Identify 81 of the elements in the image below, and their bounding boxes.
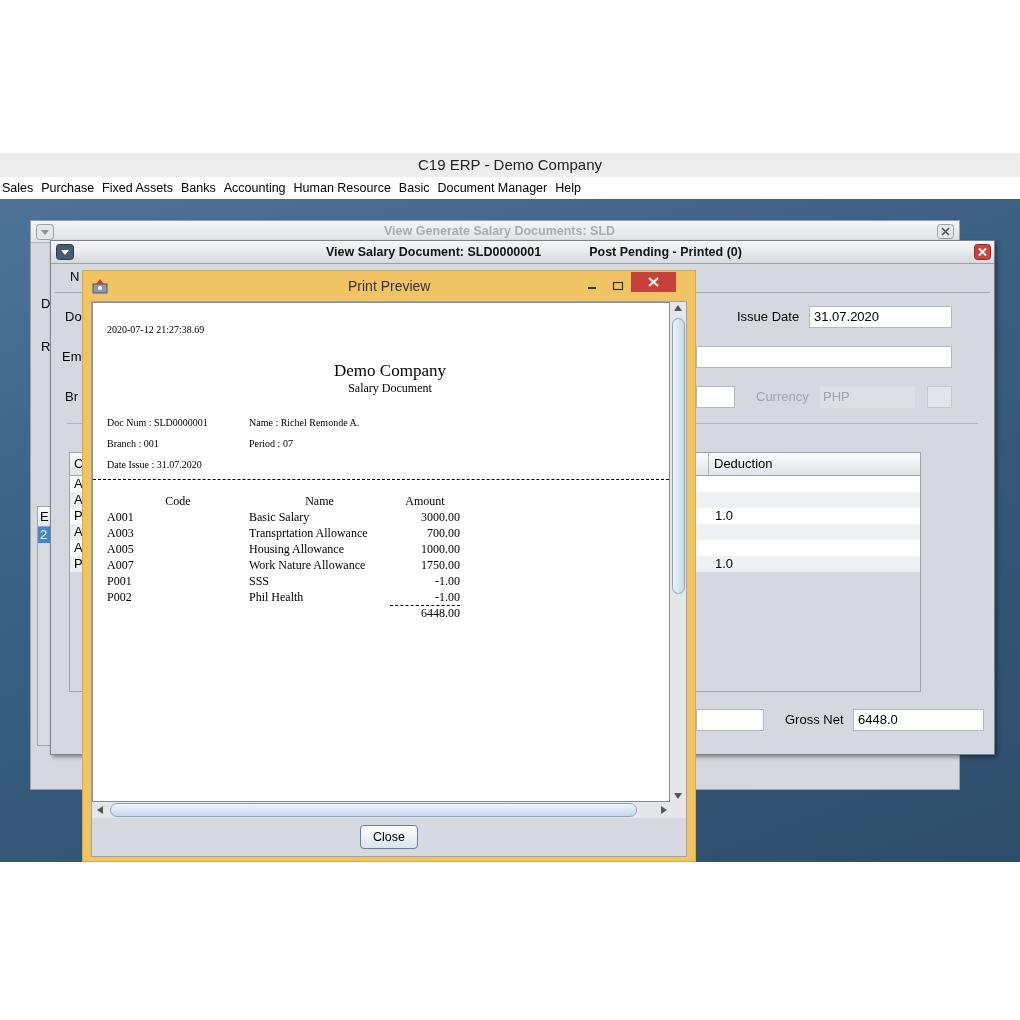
menu-item[interactable]: Purchase <box>41 178 95 198</box>
table-cell-text: 700.00 <box>426 525 460 541</box>
menu-item[interactable]: Basic <box>398 178 430 198</box>
menu-item[interactable]: Banks <box>180 178 216 198</box>
window-title: View Generate Salary Documents: SLD <box>384 223 616 241</box>
document-field: Name : Richel Remonde A. <box>249 416 391 430</box>
currency-rate-field[interactable] <box>927 386 952 408</box>
column-header[interactable]: Deduction <box>709 453 920 475</box>
maximize-icon[interactable] <box>612 281 625 291</box>
column-header: Amount <box>404 493 446 509</box>
table-cell: A <box>74 476 83 492</box>
table-cell-text: P002 <box>107 589 133 605</box>
net-field[interactable] <box>696 709 764 731</box>
issue-date-field[interactable]: 31.07.2020 <box>809 306 952 328</box>
field-label: Issue Date <box>737 308 801 327</box>
branch-field[interactable] <box>696 386 735 408</box>
table-cell: P <box>74 508 83 524</box>
column-header: Name <box>304 493 335 509</box>
vertical-scrollbar[interactable] <box>670 302 686 802</box>
close-icon[interactable] <box>974 244 991 260</box>
menu-item[interactable]: Fixed Assets <box>102 178 173 198</box>
window-title: View Salary Document: SLD0000001 <box>326 243 542 261</box>
table-cell-text: Transprtation Allowance <box>249 525 369 541</box>
table-cell-text: 1.0 <box>714 556 734 572</box>
column-header: E <box>38 507 50 527</box>
close-button[interactable]: Close <box>360 825 418 849</box>
field-label: R <box>41 337 51 356</box>
table-cell-text: Housing Allowance <box>249 541 345 557</box>
employee-field[interactable] <box>696 346 952 368</box>
app-title: C19 ERP - Demo Company <box>418 154 602 175</box>
table-cell-text: 1000.00 <box>420 541 460 557</box>
company-name: Demo Company <box>334 361 446 381</box>
table-cell[interactable]: 2 <box>38 527 50 543</box>
total-amount: 6448.00 <box>390 605 460 620</box>
print-timestamp: 2020-07-12 21:27:38.69 <box>107 323 206 337</box>
document-title: Salary Document <box>348 381 432 395</box>
table-cell-text: Phil Health <box>249 589 305 605</box>
table-cell-text: 1750.00 <box>420 557 460 573</box>
table-cell-text: A005 <box>107 541 135 557</box>
field-label: D <box>41 295 51 313</box>
menu-item[interactable]: Accounting <box>223 178 286 198</box>
table-cell-text: SSS <box>249 573 271 589</box>
table-cell-text: -1.00 <box>434 573 460 589</box>
column-header: Code <box>164 493 192 509</box>
table-cell: A <box>74 540 83 556</box>
table-cell-text: P001 <box>107 573 133 589</box>
table-cell-text: Work Nature Allowance <box>249 557 367 573</box>
document-field: Period : 07 <box>249 437 391 451</box>
close-icon[interactable] <box>937 224 954 239</box>
menu-item[interactable]: Sales <box>2 178 34 198</box>
menu-item[interactable]: Human Resource <box>293 178 391 198</box>
table-cell-text: A003 <box>107 525 135 541</box>
table-cell: P <box>74 556 83 572</box>
window-title: Print Preview <box>348 276 431 296</box>
menu-item[interactable]: Help <box>555 178 581 198</box>
document-field: Branch : 001 <box>107 437 249 451</box>
field-label: Em <box>62 348 82 367</box>
table-cell-text: 3000.00 <box>420 509 460 525</box>
app-icon <box>92 278 108 294</box>
document-status: Post Pending - Printed (0) <box>589 243 742 261</box>
table-cell: A <box>74 524 83 540</box>
table-cell-text: Basic Salary <box>249 509 311 525</box>
close-icon[interactable] <box>631 272 677 292</box>
gross-net-field[interactable]: 6448.0 <box>853 709 984 731</box>
window-menu-button[interactable] <box>56 244 74 260</box>
table-cell-text: A007 <box>107 557 135 573</box>
document-field: Date Issue : 31.07.2020 <box>107 458 249 472</box>
menu-item[interactable]: Document Manager <box>437 178 548 198</box>
table-cell: A <box>74 492 83 508</box>
scroll-thumb[interactable] <box>671 318 685 594</box>
table-cell-text: 1.0 <box>714 508 734 524</box>
field-label: Gross Net <box>785 711 845 730</box>
table-cell-text: A001 <box>107 509 135 525</box>
table-cell-text: -1.00 <box>434 589 460 605</box>
field-label: Br <box>65 388 78 407</box>
document-field: Doc Num : SLD0000001 <box>107 416 249 430</box>
scroll-thumb[interactable] <box>110 803 637 817</box>
column-header[interactable]: C <box>74 453 84 475</box>
field-label: Do <box>65 308 82 327</box>
horizontal-scrollbar[interactable] <box>92 802 686 818</box>
tab[interactable]: N <box>70 266 80 286</box>
